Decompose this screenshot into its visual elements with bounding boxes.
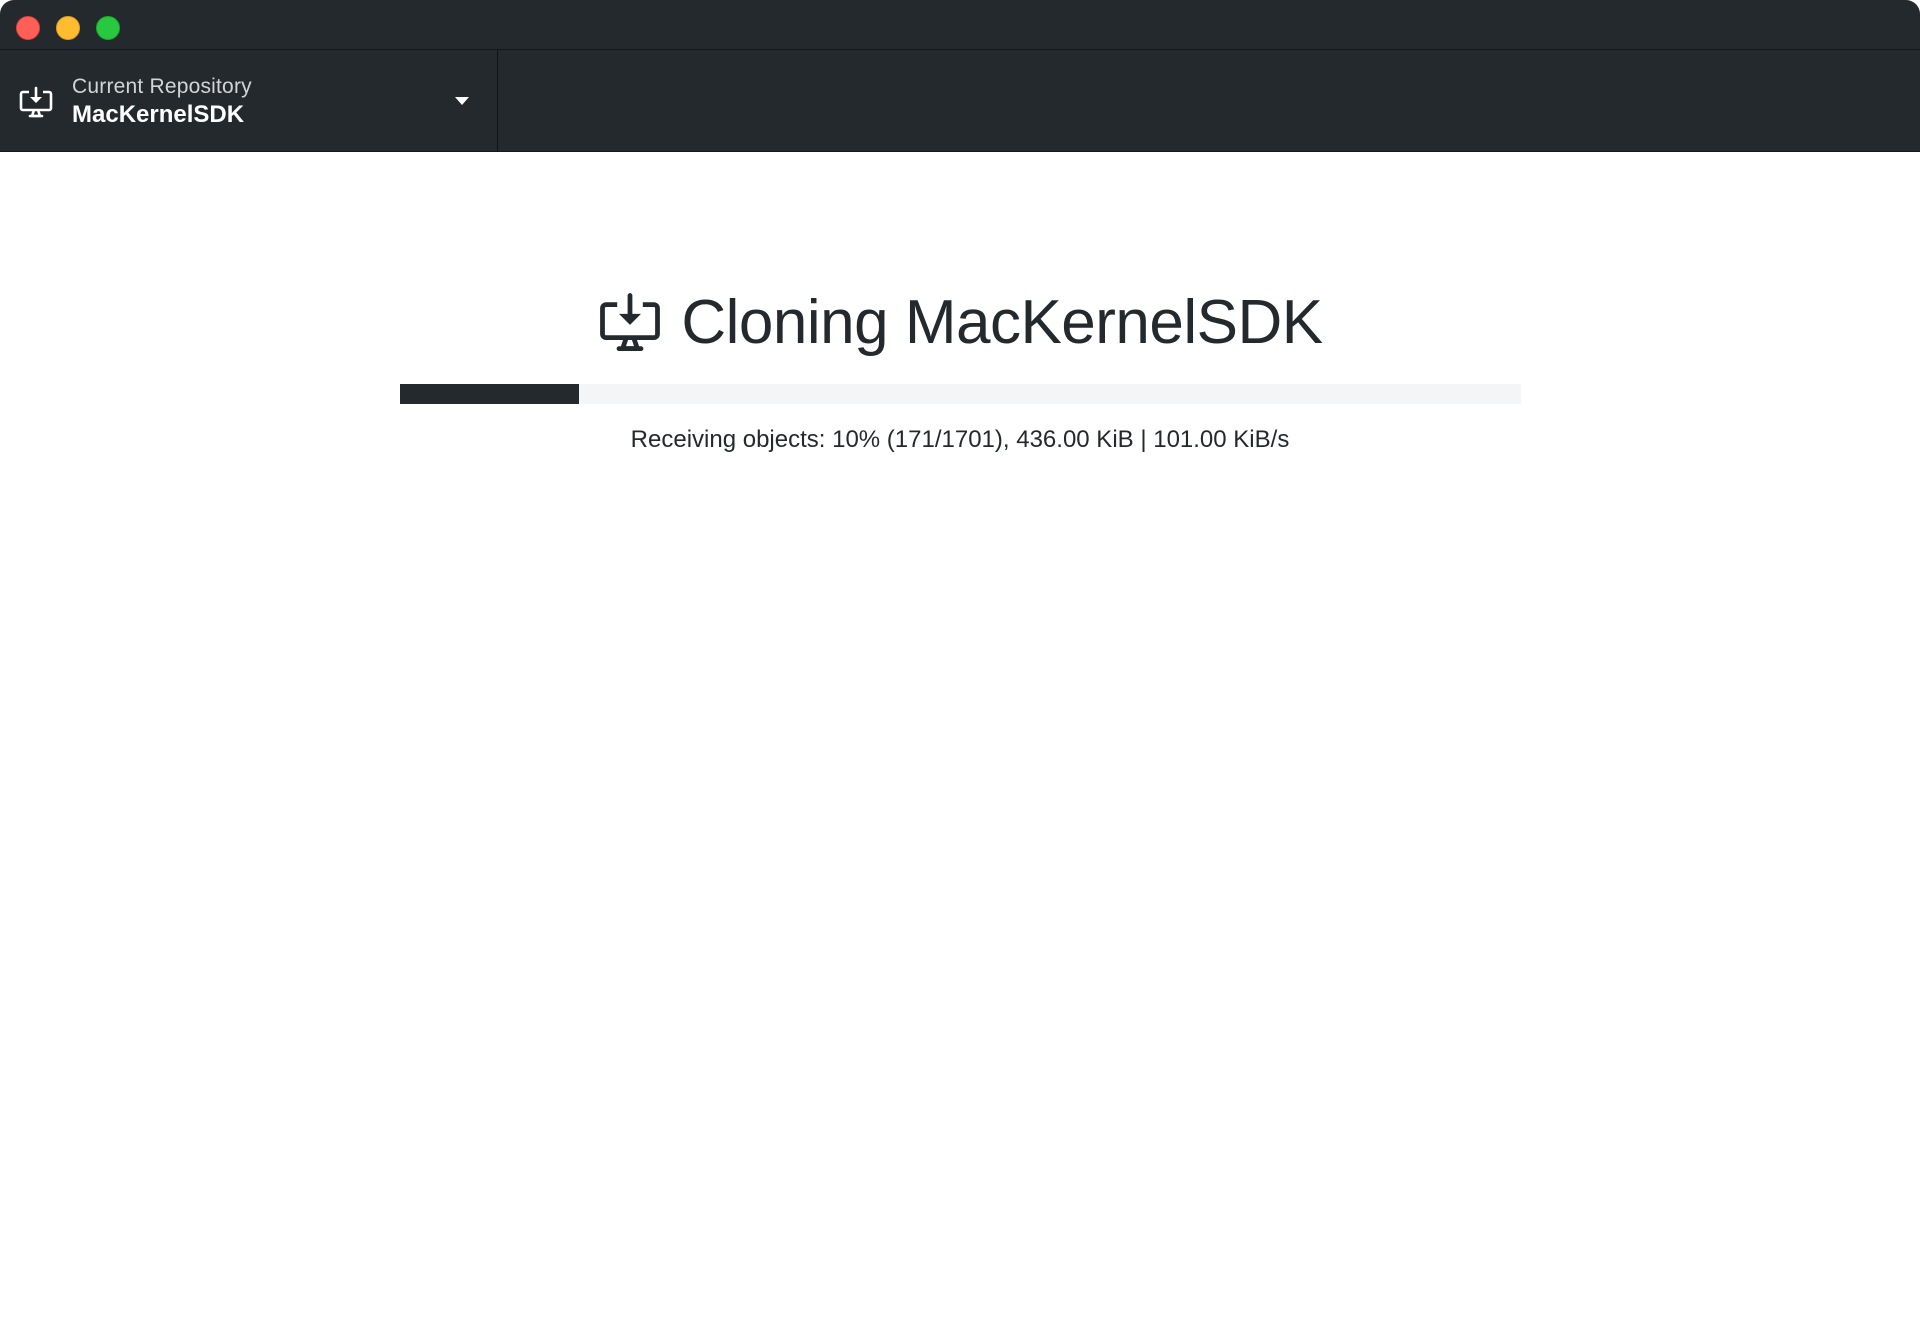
maximize-window-button[interactable] bbox=[96, 16, 120, 40]
repository-name: MacKernelSDK bbox=[72, 101, 245, 128]
close-window-button[interactable] bbox=[16, 16, 40, 40]
clone-progress-bar bbox=[400, 384, 1521, 404]
desktop-download-icon bbox=[600, 293, 661, 352]
desktop-download-icon bbox=[19, 86, 53, 118]
repository-text: Current Repository MacKernelSDK bbox=[72, 74, 252, 130]
title-bar bbox=[0, 0, 1920, 50]
progress-status-text: Receiving objects: 10% (171/1701), 436.0… bbox=[630, 426, 1290, 453]
clone-header: Cloning MacKernelSDK bbox=[0, 282, 1920, 362]
app-window: Current Repository MacKernelSDK Cloning … bbox=[0, 0, 1920, 1320]
clone-progress-view: Cloning MacKernelSDK Receiving objects: … bbox=[0, 152, 1920, 1320]
minimize-window-button[interactable] bbox=[56, 16, 80, 40]
progress-bar-fill bbox=[400, 384, 580, 404]
toolbar: Current Repository MacKernelSDK bbox=[0, 50, 1920, 152]
page-title: Cloning MacKernelSDK bbox=[681, 287, 1323, 357]
caret-down-icon[interactable] bbox=[454, 96, 470, 106]
current-repository-label: Current Repository bbox=[72, 75, 252, 98]
current-repository-selector[interactable]: Current Repository MacKernelSDK bbox=[0, 50, 498, 151]
